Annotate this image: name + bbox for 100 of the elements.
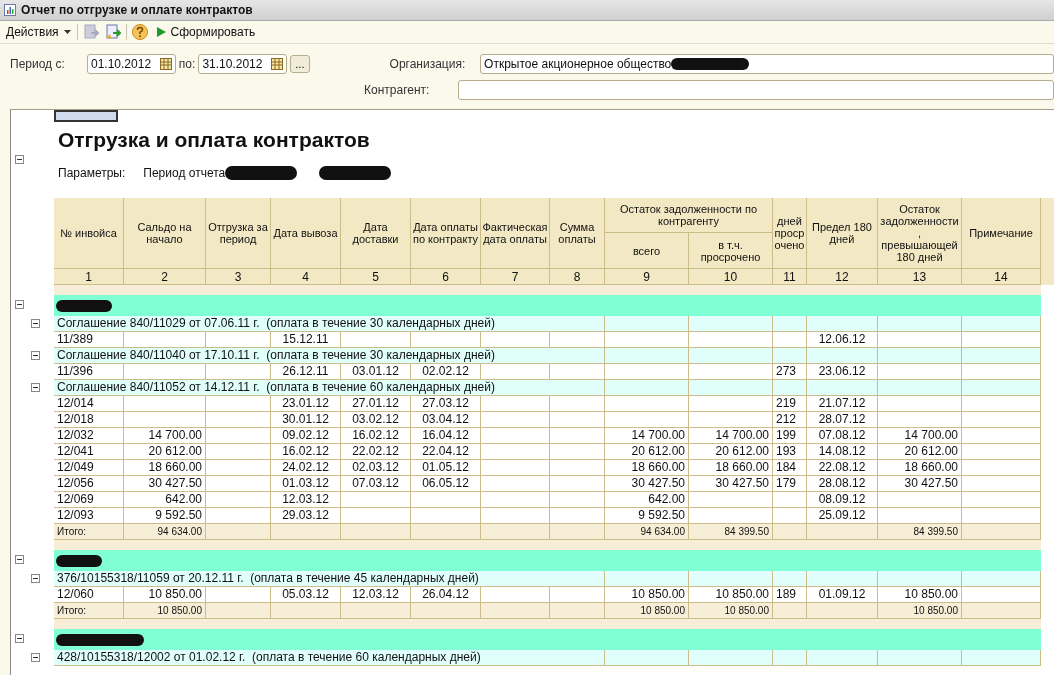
report-period-label: Период отчета [143,166,226,180]
table-cell [550,428,605,444]
date-from-field[interactable]: 01.10.2012 [87,54,176,74]
table-cell [773,571,807,587]
table-cell: 179 [773,476,807,492]
document-arrow-icon[interactable] [103,23,122,41]
table-cell: 22.08.12 [807,460,878,476]
counterparty-label: Контрагент: [364,83,431,97]
table-cell [206,460,271,476]
column-header: Дата оплаты по контракту [411,198,481,269]
calendar-icon[interactable] [271,58,284,70]
date-to-field[interactable]: 31.10.2012 [198,54,288,74]
table-cell: 12/018 [54,412,124,428]
agreement-title: Соглашение 840/11052 от 14.12.11 г. (оплата в течение 60 календарных дней) [54,380,605,396]
table-cell [550,396,605,412]
table-cell [206,444,271,460]
table-cell: 18 660.00 [605,460,689,476]
column-header: Дата вывоза [271,198,341,269]
table-cell [206,428,271,444]
total-cell [341,603,411,619]
table-cell: 30 427.50 [605,476,689,492]
table-cell: 14 700.00 [605,428,689,444]
table-cell: 27.01.12 [341,396,411,412]
column-header: Дата доставки [341,198,411,269]
to-label: по: [178,57,196,71]
table-cell: 28.08.12 [807,476,878,492]
period-choice-button[interactable]: ... [290,55,310,73]
table-cell: 30.01.12 [271,412,341,428]
table-cell: 23.01.12 [271,396,341,412]
column-header: дней просрочено [773,198,807,269]
table-cell: 28.07.12 [807,412,878,428]
collapse-toggle[interactable] [31,574,40,583]
table-cell: 20 612.00 [689,444,773,460]
table-cell: 184 [773,460,807,476]
total-cell: 10 850.00 [605,603,689,619]
agreement-title: 428/10155318/12002 от 01.02.12 г. (оплата в течение 60 календарных дней) [54,650,605,666]
table-cell [807,571,878,587]
calendar-icon[interactable] [159,58,172,70]
table-cell: 24.02.12 [271,460,341,476]
collapse-toggle[interactable] [15,300,24,309]
table-cell: 199 [773,428,807,444]
table-cell: 20 612.00 [124,444,206,460]
collapse-toggle[interactable] [31,383,40,392]
redaction-mark [56,299,112,312]
total-cell: Итого: [54,524,124,540]
table-cell: 212 [773,412,807,428]
table-cell: 06.05.12 [411,476,481,492]
table-cell: 22.04.12 [411,444,481,460]
agreement-title: Соглашение 840/11040 от 17.10.11 г. (оплата в течение 30 календарных дней) [54,348,605,364]
total-cell [411,603,481,619]
table-cell: 193 [773,444,807,460]
column-header: Сумма оплаты [550,198,605,269]
table-cell: 12.03.12 [271,492,341,508]
organization-field[interactable]: Открытое акционерное общество [480,54,1054,74]
table-cell [481,428,550,444]
table-cell [411,492,481,508]
table-cell [807,380,878,396]
total-cell: 94 634.00 [124,524,206,540]
help-icon[interactable] [130,23,149,41]
table-cell: 22.02.12 [341,444,411,460]
column-header: Фактическая дата оплаты [481,198,550,269]
table-cell: 20 612.00 [878,444,962,460]
table-cell [550,492,605,508]
period-label: Период с: [10,57,66,71]
caret-icon [63,30,71,34]
total-cell [773,524,807,540]
counterparty-field[interactable] [458,80,1054,100]
collapse-toggle[interactable] [31,653,40,662]
total-cell [206,524,271,540]
table-cell: 12/056 [54,476,124,492]
table-cell: 14 700.00 [878,428,962,444]
actions-menu[interactable]: Действия [4,25,73,39]
table-cell [773,348,807,364]
table-cell: 03.04.12 [411,412,481,428]
table-cell: 16.02.12 [271,444,341,460]
total-cell [411,524,481,540]
table-cell [773,650,807,666]
column-header: в т.ч. просрочено [689,233,773,269]
table-cell [206,476,271,492]
collapse-toggle[interactable] [31,351,40,360]
table-cell: 219 [773,396,807,412]
table-cell: 12/041 [54,444,124,460]
total-cell [271,524,341,540]
selected-cell [54,110,118,122]
generate-button[interactable]: Сформировать [154,25,258,39]
organization-label: Организация: [389,57,467,71]
collapse-toggle[interactable] [31,319,40,328]
total-cell [341,524,411,540]
collapse-toggle[interactable] [15,634,24,643]
table-cell [773,316,807,332]
table-cell: 09.02.12 [271,428,341,444]
table-cell: 08.09.12 [807,492,878,508]
report-title: Отгрузка и оплата контрактов [58,128,371,152]
table-cell: 642.00 [124,492,206,508]
collapse-toggle[interactable] [15,155,24,164]
collapse-toggle[interactable] [15,555,24,564]
table-cell [481,460,550,476]
table-cell: 27.03.12 [411,396,481,412]
window-title: Отчет по отгрузке и оплате контрактов [21,3,253,17]
total-cell: 10 850.00 [689,603,773,619]
